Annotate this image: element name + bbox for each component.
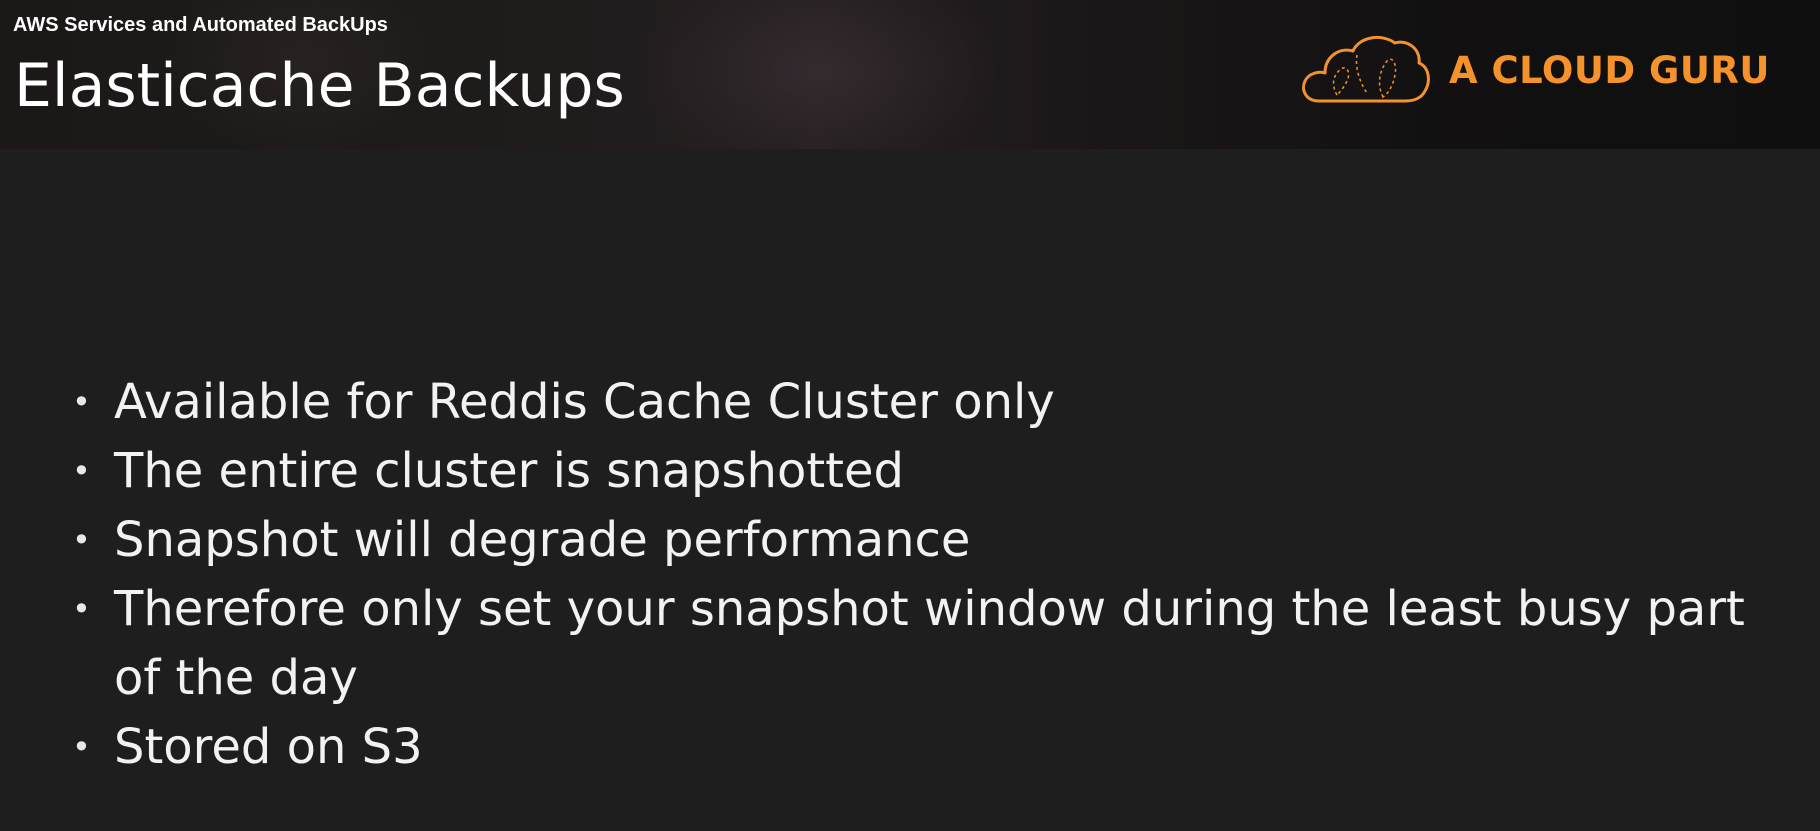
breadcrumb: AWS Services and Automated BackUps (13, 14, 388, 36)
bullet-dot-icon: • (72, 590, 91, 628)
bullet-item: • Stored on S3 (68, 713, 1768, 782)
bullet-dot-icon: • (72, 383, 91, 421)
bullet-item: • Available for Reddis Cache Cluster onl… (68, 368, 1768, 437)
bullet-item: • Snapshot will degrade performance (68, 506, 1768, 575)
cloud-icon (1297, 31, 1433, 109)
bullet-item: • The entire cluster is snapshotted (68, 437, 1768, 506)
bullet-text: Available for Reddis Cache Cluster only (114, 374, 1055, 430)
bullet-dot-icon: • (72, 521, 91, 559)
bullet-text: Therefore only set your snapshot window … (114, 581, 1745, 706)
page-title: Elasticache Backups (14, 51, 625, 121)
bullet-text: The entire cluster is snapshotted (114, 443, 904, 499)
bullet-text: Snapshot will degrade performance (114, 512, 971, 568)
header-banner: AWS Services and Automated BackUps Elast… (0, 0, 1820, 149)
bullet-text: Stored on S3 (114, 719, 423, 775)
brand-logo: A CLOUD GURU (1297, 30, 1770, 110)
bullet-dot-icon: • (72, 452, 91, 490)
brand-name: A CLOUD GURU (1449, 48, 1770, 92)
bullet-item: • Therefore only set your snapshot windo… (68, 575, 1768, 713)
bullet-list: • Available for Reddis Cache Cluster onl… (68, 368, 1768, 782)
bullet-dot-icon: • (72, 728, 91, 766)
slide: AWS Services and Automated BackUps Elast… (0, 0, 1820, 831)
